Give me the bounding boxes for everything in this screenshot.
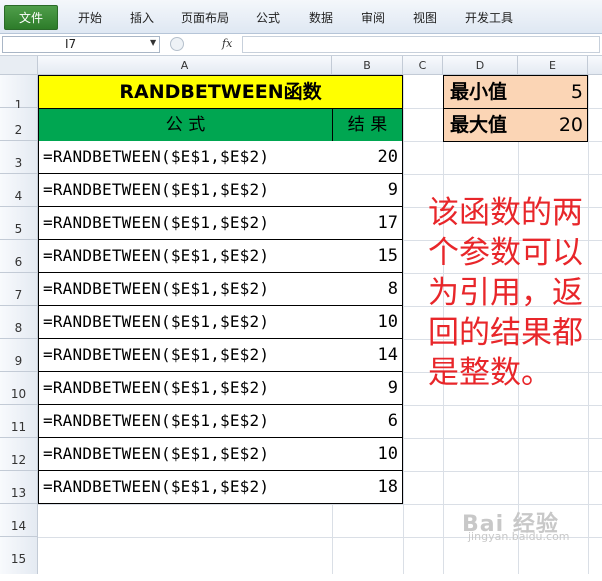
row-header-5[interactable]: 5 bbox=[0, 207, 38, 240]
formula-cell[interactable]: =RANDBETWEEN($E$1,$E$2) bbox=[38, 405, 333, 438]
formula-cell[interactable]: =RANDBETWEEN($E$1,$E$2) bbox=[38, 207, 333, 240]
row-header-14[interactable]: 14 bbox=[0, 504, 38, 537]
formula-cell[interactable]: =RANDBETWEEN($E$1,$E$2) bbox=[38, 306, 333, 339]
max-label[interactable]: 最大值 bbox=[443, 108, 519, 142]
formula-cell[interactable]: =RANDBETWEEN($E$1,$E$2) bbox=[38, 240, 333, 273]
formula-cell[interactable]: =RANDBETWEEN($E$1,$E$2) bbox=[38, 174, 333, 207]
result-cell[interactable]: 10 bbox=[332, 438, 403, 471]
col-header-a[interactable]: A bbox=[38, 56, 332, 75]
select-all-corner[interactable] bbox=[0, 56, 38, 75]
formula-cell[interactable]: =RANDBETWEEN($E$1,$E$2) bbox=[38, 339, 333, 372]
expand-handle-icon[interactable] bbox=[170, 37, 184, 51]
formula-cell[interactable]: =RANDBETWEEN($E$1,$E$2) bbox=[38, 273, 333, 306]
result-cell[interactable]: 6 bbox=[332, 405, 403, 438]
row-header-2[interactable]: 2 bbox=[0, 108, 38, 141]
min-label[interactable]: 最小值 bbox=[443, 75, 519, 109]
col-header-e[interactable]: E bbox=[518, 56, 588, 75]
result-cell[interactable]: 20 bbox=[332, 141, 403, 174]
row-header-3[interactable]: 3 bbox=[0, 141, 38, 174]
result-cell[interactable]: 10 bbox=[332, 306, 403, 339]
formula-input[interactable] bbox=[242, 36, 600, 53]
result-cell[interactable]: 9 bbox=[332, 174, 403, 207]
tab-file[interactable]: 文件 bbox=[4, 5, 58, 30]
row-header-10[interactable]: 10 bbox=[0, 372, 38, 405]
tab-home[interactable]: 开始 bbox=[66, 7, 114, 29]
tab-data[interactable]: 数据 bbox=[297, 7, 345, 29]
gridline bbox=[38, 504, 602, 505]
name-box[interactable]: I7 bbox=[2, 36, 160, 53]
result-cell[interactable]: 17 bbox=[332, 207, 403, 240]
max-value[interactable]: 20 bbox=[518, 108, 588, 142]
result-cell[interactable]: 8 bbox=[332, 273, 403, 306]
tab-page-layout[interactable]: 页面布局 bbox=[172, 7, 238, 29]
result-cell[interactable]: 18 bbox=[332, 471, 403, 504]
col-header-b[interactable]: B bbox=[332, 56, 403, 75]
row-header-7[interactable]: 7 bbox=[0, 273, 38, 306]
gridline bbox=[403, 75, 404, 574]
chevron-down-icon[interactable]: ▼ bbox=[150, 38, 156, 47]
header-formula[interactable]: 公 式 bbox=[38, 108, 333, 142]
annotation-note: 该函数的两个参数可以为引用，返回的结果都是整数。 bbox=[428, 195, 583, 391]
header-result[interactable]: 结 果 bbox=[332, 108, 403, 142]
row-header-4[interactable]: 4 bbox=[0, 174, 38, 207]
formula-cell[interactable]: =RANDBETWEEN($E$1,$E$2) bbox=[38, 471, 333, 504]
formula-cell[interactable]: =RANDBETWEEN($E$1,$E$2) bbox=[38, 141, 333, 174]
watermark-url: jingyan.baidu.com bbox=[468, 530, 570, 543]
formula-cell[interactable]: =RANDBETWEEN($E$1,$E$2) bbox=[38, 372, 333, 405]
row-header-15[interactable]: 15 bbox=[0, 537, 38, 574]
row-header-9[interactable]: 9 bbox=[0, 339, 38, 372]
row-header-12[interactable]: 12 bbox=[0, 438, 38, 471]
row-header-6[interactable]: 6 bbox=[0, 240, 38, 273]
formula-bar: I7 ▼ fx bbox=[0, 34, 602, 56]
result-cell[interactable]: 14 bbox=[332, 339, 403, 372]
result-cell[interactable]: 9 bbox=[332, 372, 403, 405]
min-value[interactable]: 5 bbox=[518, 75, 588, 109]
table-title[interactable]: RANDBETWEEN函数 bbox=[38, 75, 403, 109]
tab-developer[interactable]: 开发工具 bbox=[456, 7, 522, 29]
col-header-c[interactable]: C bbox=[403, 56, 443, 75]
tab-review[interactable]: 审阅 bbox=[349, 7, 397, 29]
row-header-13[interactable]: 13 bbox=[0, 471, 38, 504]
ribbon-tab-bar: 文件 开始 插入 页面布局 公式 数据 审阅 视图 开发工具 bbox=[0, 0, 602, 34]
tab-view[interactable]: 视图 bbox=[401, 7, 449, 29]
tab-formulas[interactable]: 公式 bbox=[244, 7, 292, 29]
fx-icon[interactable]: fx bbox=[222, 37, 232, 50]
col-header-f[interactable] bbox=[588, 56, 602, 75]
formula-cell[interactable]: =RANDBETWEEN($E$1,$E$2) bbox=[38, 438, 333, 471]
result-cell[interactable]: 15 bbox=[332, 240, 403, 273]
col-header-d[interactable]: D bbox=[443, 56, 518, 75]
row-header-1[interactable]: 1 bbox=[0, 75, 38, 112]
row-header-8[interactable]: 8 bbox=[0, 306, 38, 339]
row-header-11[interactable]: 11 bbox=[0, 405, 38, 438]
tab-insert[interactable]: 插入 bbox=[118, 7, 166, 29]
